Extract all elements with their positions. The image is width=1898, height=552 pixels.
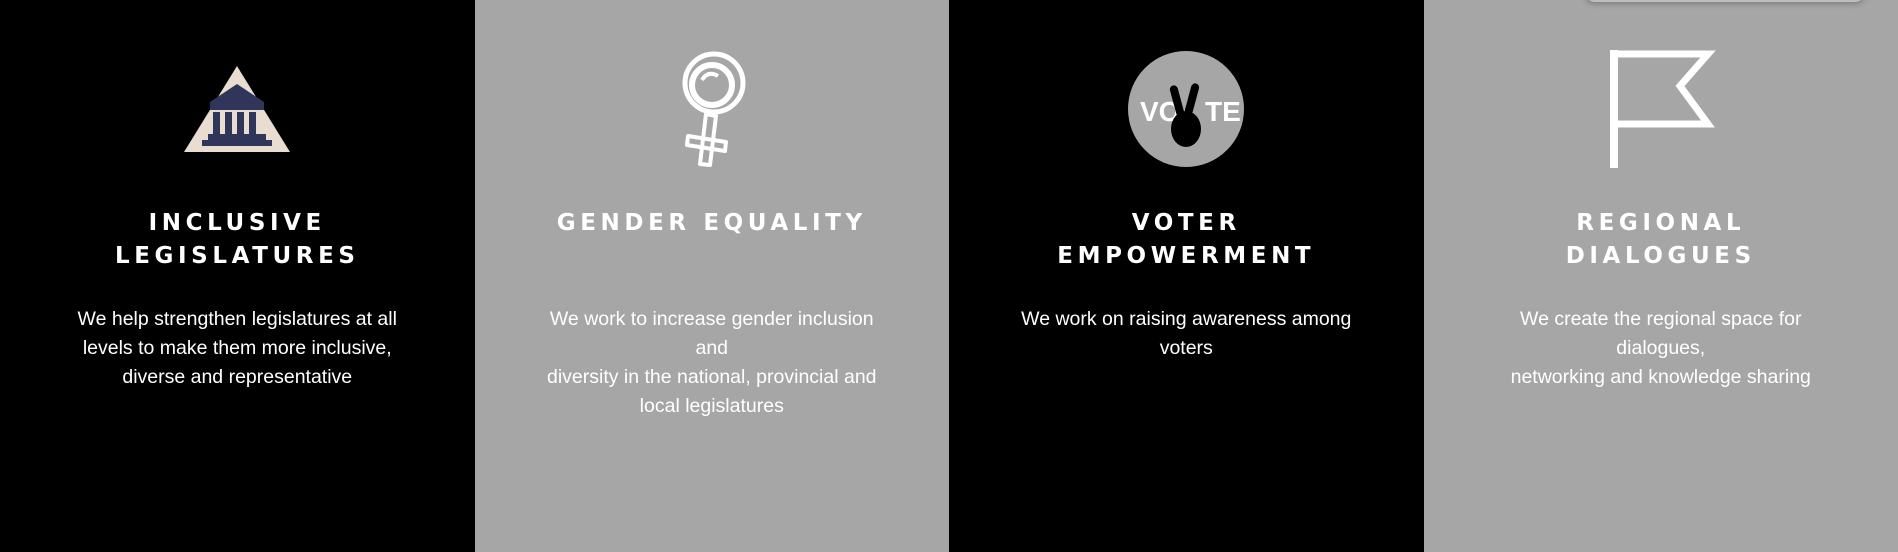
- card-description: We help strengthen legislatures at all l…: [77, 308, 397, 388]
- vote-text-right: TE: [1205, 96, 1241, 127]
- vote-badge-icon: VO TE: [949, 48, 1424, 170]
- card-regional-dialogues: REGIONAL DIALOGUES We create the regiona…: [1423, 0, 1898, 552]
- card-gender-equality: GENDER EQUALITY We work to increase gend…: [474, 0, 950, 552]
- card-title: VOTER EMPOWERMENT: [1057, 210, 1316, 269]
- card-title: INCLUSIVE LEGISLATURES: [114, 210, 360, 269]
- flag-icon: [1424, 48, 1898, 170]
- card-voter-empowerment: VO TE VOTER EMPOWERMENT We work on raisi…: [949, 0, 1424, 552]
- card-title: REGIONAL DIALOGUES: [1565, 210, 1756, 269]
- card-inclusive-legislatures: INCLUSIVE LEGISLATURES We help strengthe…: [0, 0, 475, 552]
- female-symbol-icon: [475, 48, 950, 170]
- overlay-edge: [1585, 0, 1865, 2]
- card-description: We work on raising awareness among voter…: [1021, 308, 1352, 359]
- card-title: GENDER EQUALITY: [556, 210, 867, 236]
- card-description: We work to increase gender inclusion and…: [546, 308, 877, 417]
- card-description: We create the regional space for dialogu…: [1510, 308, 1811, 388]
- legislature-building-icon: [0, 48, 475, 170]
- focus-areas-section: INCLUSIVE LEGISLATURES We help strengthe…: [0, 0, 1898, 552]
